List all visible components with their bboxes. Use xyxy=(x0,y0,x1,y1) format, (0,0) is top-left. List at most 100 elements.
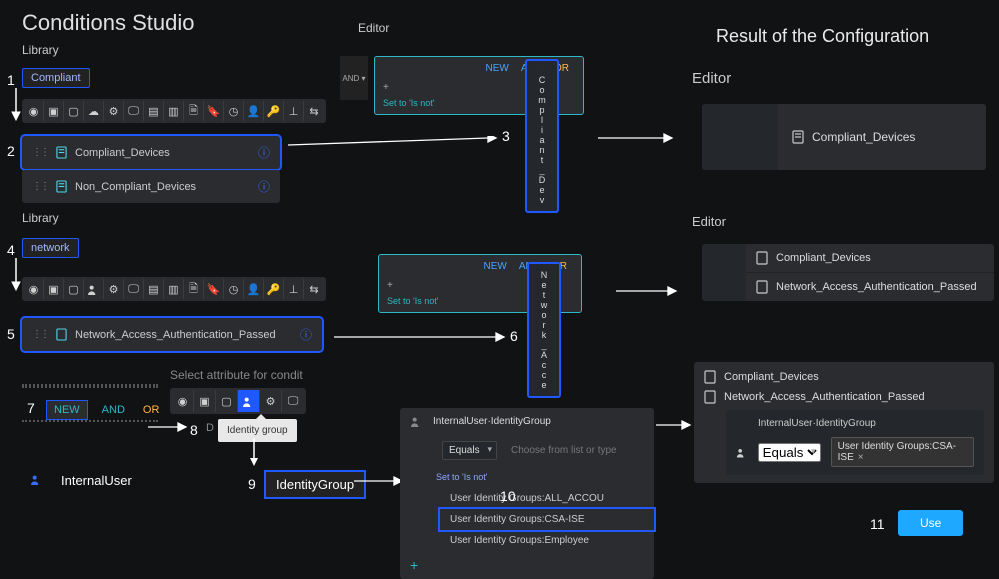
people-icon xyxy=(30,472,43,488)
user-icon[interactable]: 👤 xyxy=(244,101,264,121)
identity-group-icon[interactable] xyxy=(238,390,260,412)
add-condition-button[interactable]: + xyxy=(400,551,654,579)
identity-group-dropdown[interactable]: InternalUser·IdentityGroup Equals Choose… xyxy=(400,408,654,579)
final-row-compliant: Compliant_Devices xyxy=(704,370,984,384)
monitor-icon[interactable]: 🖵 xyxy=(124,101,144,121)
lib-item-label: Non_Compliant_Devices xyxy=(75,181,196,193)
lib-item-label: Network_Access_Authentication_Passed xyxy=(75,329,276,341)
document-icon xyxy=(56,180,67,193)
final-identity-block: InternalUser·IdentityGroup Equals User I… xyxy=(726,410,984,475)
document-icon xyxy=(704,390,716,404)
step-7-label: 7 xyxy=(27,400,35,416)
monitor-icon[interactable]: 🖵 xyxy=(282,390,304,412)
bookmark-icon[interactable]: 🔖 xyxy=(204,279,224,299)
window-icon[interactable]: ▥ xyxy=(164,101,184,121)
gear-icon[interactable]: ⚙ xyxy=(260,390,282,412)
key-icon[interactable]: 🔑 xyxy=(264,101,284,121)
search-pill-1[interactable]: Compliant xyxy=(22,68,90,88)
document-icon xyxy=(756,251,768,265)
new-link[interactable]: NEW xyxy=(484,261,507,272)
step-9-label: 9 xyxy=(248,476,256,492)
drag-handle-icon[interactable]: ⋮⋮ xyxy=(32,329,48,340)
tree-icon[interactable]: ⊥ xyxy=(284,279,304,299)
wifi-icon[interactable]: ⇆ xyxy=(304,279,324,299)
identity-option-csa-ise[interactable]: User Identity Groups:CSA-ISE xyxy=(440,509,654,530)
info-icon[interactable]: ⓘ xyxy=(258,178,270,195)
identity-option-all-accounts[interactable]: User Identity Groups:ALL_ACCOU xyxy=(440,488,654,509)
document-icon xyxy=(792,130,804,144)
panel-left-spacer xyxy=(702,244,746,301)
dictionary-letter: D xyxy=(206,422,214,434)
window-icon[interactable]: ▥ xyxy=(164,279,184,299)
devices-icon[interactable]: ▤ xyxy=(144,101,164,121)
and-option[interactable]: AND xyxy=(98,402,129,418)
search-pill-2[interactable]: network xyxy=(22,238,79,258)
pin-icon[interactable]: ◉ xyxy=(172,390,194,412)
wifi-icon[interactable]: ⇆ xyxy=(304,101,324,121)
vertical-drop-compliant[interactable]: Compliant_Dev xyxy=(525,59,559,213)
step-6-label: 6 xyxy=(510,328,518,344)
arrow-5-to-6 xyxy=(334,330,506,344)
library-filter-icons-1[interactable]: ◉ ▣ ▢ ☁ ⚙ 🖵 ▤ ▥ 🗎 🔖 ◷ 👤 🔑 ⊥ ⇆ xyxy=(22,99,326,123)
step-2-label: 2 xyxy=(7,143,15,159)
internal-user-label[interactable]: InternalUser xyxy=(61,473,132,488)
drag-handle-icon[interactable]: ⋮⋮ xyxy=(32,147,48,158)
set-is-not-link[interactable]: Set to 'Is not' xyxy=(436,472,487,482)
gear-icon[interactable]: ⚙ xyxy=(104,101,124,121)
clock-icon[interactable]: ◷ xyxy=(224,101,244,121)
pin-icon[interactable]: ◉ xyxy=(24,101,44,121)
info-icon[interactable]: ⓘ xyxy=(300,326,312,343)
user-icon[interactable]: 👤 xyxy=(244,279,264,299)
doc-icon[interactable]: 🗎 xyxy=(184,101,204,121)
final-operator-select[interactable]: Equals xyxy=(758,443,821,462)
arrow-10-to-final xyxy=(656,418,692,432)
or-option[interactable]: OR xyxy=(139,402,164,418)
final-row-network: Network_Access_Authentication_Passed xyxy=(704,390,984,404)
doc-icon[interactable]: 🗎 xyxy=(184,279,204,299)
library-label-2: Library xyxy=(22,211,59,225)
remove-chip-icon[interactable]: × xyxy=(858,452,864,463)
monitor-icon[interactable]: 🖵 xyxy=(124,279,144,299)
search-network[interactable]: network xyxy=(22,240,79,254)
internal-user-row: InternalUser xyxy=(30,472,132,488)
people-icon xyxy=(410,416,423,427)
devices-icon[interactable]: ▤ xyxy=(144,279,164,299)
lib-item-compliant-devices[interactable]: ⋮⋮ Compliant_Devices ⓘ xyxy=(22,136,280,169)
vertical-drop-network[interactable]: Network_Acce xyxy=(527,262,561,398)
box-icon[interactable]: ▢ xyxy=(64,279,84,299)
attribute-type-icons[interactable]: ◉ ▣ ▢ ⚙ 🖵 xyxy=(170,388,306,414)
identity-group-option[interactable]: IdentityGroup xyxy=(264,470,366,499)
search-compliant[interactable]: Compliant xyxy=(22,70,90,84)
app-icon[interactable]: ▣ xyxy=(44,101,64,121)
dropdown-header: InternalUser·IdentityGroup xyxy=(433,416,551,427)
and-operator-label[interactable]: AND ▾ xyxy=(342,74,365,83)
lib-item-non-compliant-devices[interactable]: ⋮⋮ Non_Compliant_Devices ⓘ xyxy=(22,170,280,203)
lib-item-network-access[interactable]: ⋮⋮ Network_Access_Authentication_Passed … xyxy=(22,318,322,351)
use-button[interactable]: Use xyxy=(898,510,963,536)
pin-icon[interactable]: ◉ xyxy=(24,279,44,299)
operator-select[interactable]: Equals xyxy=(442,441,497,460)
box-icon[interactable]: ▢ xyxy=(216,390,238,412)
final-identity-header: InternalUser·IdentityGroup xyxy=(758,418,876,429)
editor-label-1: Editor xyxy=(358,21,389,35)
arrow-8-to-9 xyxy=(248,438,260,468)
bookmark-icon[interactable]: 🔖 xyxy=(204,101,224,121)
drag-handle-icon[interactable]: ⋮⋮ xyxy=(32,181,48,192)
gear-icon[interactable]: ⚙ xyxy=(104,279,124,299)
info-icon[interactable]: ⓘ xyxy=(258,144,270,161)
final-value-chip[interactable]: User Identity Groups:CSA-ISE× xyxy=(831,437,974,467)
cloud-icon[interactable]: ☁ xyxy=(84,101,104,121)
choose-placeholder[interactable]: Choose from list or type xyxy=(511,445,617,456)
tree-icon[interactable]: ⊥ xyxy=(284,101,304,121)
box-icon[interactable]: ▢ xyxy=(64,101,84,121)
app-icon[interactable]: ▣ xyxy=(194,390,216,412)
new-button[interactable]: NEW xyxy=(46,400,88,420)
people-icon[interactable] xyxy=(84,279,104,299)
new-link[interactable]: NEW xyxy=(486,63,509,74)
library-filter-icons-2[interactable]: ◉ ▣ ▢ ⚙ 🖵 ▤ ▥ 🗎 🔖 ◷ 👤 🔑 ⊥ ⇆ xyxy=(22,277,326,301)
page-title: Conditions Studio xyxy=(22,10,194,36)
app-icon[interactable]: ▣ xyxy=(44,279,64,299)
key-icon[interactable]: 🔑 xyxy=(264,279,284,299)
clock-icon[interactable]: ◷ xyxy=(224,279,244,299)
result-condition-1: Compliant_Devices xyxy=(812,130,915,144)
